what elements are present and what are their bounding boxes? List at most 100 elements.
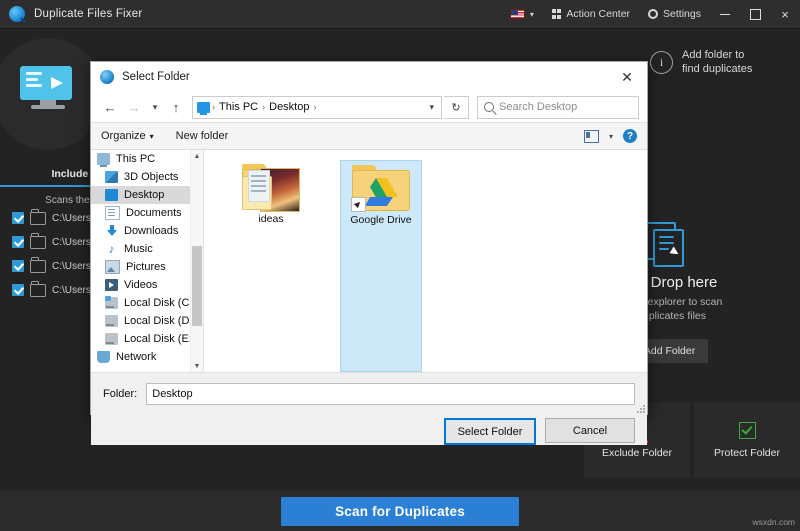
app-titlebar: Duplicate Files Fixer ▾ Action Center Se… <box>0 0 800 29</box>
dialog-title: Select Folder <box>122 71 190 83</box>
folder-icon <box>30 280 46 297</box>
scrollbar-thumb[interactable] <box>192 246 202 326</box>
checkbox-icon[interactable] <box>12 236 24 248</box>
folder-path: C:\Users\ <box>52 212 94 224</box>
tree-item-local-disk-c[interactable]: Local Disk (C:) <box>91 294 203 312</box>
google-drive-logo-icon <box>365 178 398 206</box>
view-layout-icon[interactable] <box>583 129 599 143</box>
settings-button[interactable]: Settings <box>639 0 710 28</box>
settings-label: Settings <box>663 8 701 20</box>
tree-item-label: Local Disk (C:) <box>124 297 197 309</box>
tree-item-pictures[interactable]: Pictures <box>91 258 203 276</box>
disk-c-icon <box>105 296 118 309</box>
tree-item-network[interactable]: Network <box>91 348 203 366</box>
search-icon <box>484 102 494 112</box>
action-center-label: Action Center <box>566 8 631 20</box>
organize-button[interactable]: Organize ▾ <box>101 130 154 142</box>
scroll-down-arrow-icon[interactable]: ▼ <box>191 360 203 372</box>
up-button[interactable]: ↑ <box>165 96 187 118</box>
action-center-button[interactable]: Action Center <box>543 0 639 28</box>
tree-item-documents[interactable]: Documents <box>91 204 203 222</box>
refresh-button[interactable]: ↻ <box>444 95 469 119</box>
music-icon: ♪ <box>108 242 115 256</box>
tree-item-this-pc[interactable]: This PC <box>91 150 203 168</box>
recent-locations-button[interactable]: ▾ <box>147 96 163 118</box>
folder-field-row: Folder: Desktop <box>103 383 635 405</box>
cancel-button[interactable]: Cancel <box>545 418 635 443</box>
grid-icon <box>551 9 562 19</box>
tree-item-label: Local Disk (E:) <box>124 333 196 345</box>
new-folder-label: New folder <box>175 130 229 142</box>
tree-item-local-disk-d[interactable]: Local Disk (D:) <box>91 312 203 330</box>
breadcrumb-this-pc[interactable]: This PC <box>217 101 260 113</box>
scroll-up-arrow-icon[interactable]: ▲ <box>191 150 203 162</box>
scan-for-duplicates-button[interactable]: Scan for Duplicates <box>281 496 519 526</box>
tree-item-label: Documents <box>126 207 182 219</box>
folder-path: C:\Users\ <box>52 260 94 272</box>
select-folder-button[interactable]: Select Folder <box>444 418 536 445</box>
breadcrumb-desktop[interactable]: Desktop <box>267 101 311 113</box>
list-item[interactable]: ideas <box>228 160 314 372</box>
file-list-pane[interactable]: ideas Google Drive <box>204 150 647 372</box>
add-info-line2: find duplicates <box>682 63 753 75</box>
help-icon[interactable]: ? <box>623 129 637 143</box>
chevron-down-icon: ▾ <box>149 131 154 141</box>
tree-item-label: 3D Objects <box>124 171 179 183</box>
gear-icon <box>648 9 659 19</box>
language-selector[interactable]: ▾ <box>501 0 543 28</box>
protect-folder-button[interactable]: Protect Folder <box>694 402 800 478</box>
minimize-button[interactable] <box>710 0 740 28</box>
checkbox-icon[interactable] <box>12 212 24 224</box>
tree-item-local-disk-e[interactable]: Local Disk (E:) <box>91 330 203 348</box>
tree-item-label: Pictures <box>126 261 166 273</box>
app-logo-icon <box>9 6 25 22</box>
search-input[interactable]: Search Desktop <box>477 95 639 119</box>
organize-label: Organize <box>101 130 146 142</box>
protect-folder-label: Protect Folder <box>714 446 780 459</box>
maximize-icon <box>749 8 761 20</box>
minimize-icon <box>720 13 730 15</box>
folder-label: Folder: <box>103 388 138 400</box>
tree-item-desktop[interactable]: Desktop <box>91 186 203 204</box>
address-dropdown-icon[interactable]: ▾ <box>429 102 437 113</box>
list-item[interactable]: Google Drive <box>340 160 422 372</box>
tree-item-music[interactable]: ♪ Music <box>91 240 203 258</box>
videos-icon <box>105 279 118 291</box>
folder-input[interactable]: Desktop <box>146 383 635 405</box>
resize-grip[interactable] <box>636 404 645 413</box>
titlebar-right-group: ▾ Action Center Settings × <box>501 0 800 28</box>
folder-with-thumbnail-icon <box>242 164 300 212</box>
checkbox-icon[interactable] <box>12 260 24 272</box>
tree-item-label: Desktop <box>124 189 165 201</box>
close-button[interactable]: × <box>770 0 800 28</box>
back-button[interactable]: ← <box>99 96 121 118</box>
checkbox-icon[interactable] <box>12 284 24 296</box>
watermark: wsxdn.com <box>752 517 795 527</box>
add-folder-label: Add Folder <box>643 345 696 357</box>
maximize-button[interactable] <box>740 0 770 28</box>
desktop-icon <box>105 189 118 201</box>
dialog-body: This PC 3D Objects Desktop Documents Dow… <box>91 150 647 372</box>
tree-item-label: Local Disk (D:) <box>124 315 197 327</box>
forward-button[interactable]: → <box>123 96 145 118</box>
tree-item-videos[interactable]: Videos <box>91 276 203 294</box>
address-bar[interactable]: › This PC › Desktop › ▾ <box>192 95 442 119</box>
tree-scrollbar[interactable]: ▲ ▼ <box>190 150 203 372</box>
downloads-icon <box>105 225 118 237</box>
tree-item-label: Music <box>124 243 153 255</box>
new-folder-button[interactable]: New folder <box>176 130 229 142</box>
file-list-scrollbar[interactable] <box>635 150 647 372</box>
dialog-button-row: Select Folder Cancel <box>103 418 635 445</box>
dialog-navigation-bar: ← → ▾ ↑ › This PC › Desktop › ▾ ↻ Search… <box>91 92 647 122</box>
dialog-titlebar: Select Folder ✕ <box>91 62 647 92</box>
info-icon: i <box>650 50 673 74</box>
chevron-down-icon[interactable]: ▾ <box>609 132 613 141</box>
tree-item-downloads[interactable]: Downloads <box>91 222 203 240</box>
tree-item-3d-objects[interactable]: 3D Objects <box>91 168 203 186</box>
tree-item-label: Downloads <box>124 225 179 237</box>
search-placeholder: Search Desktop <box>499 101 578 113</box>
documents-icon <box>645 222 684 267</box>
dialog-close-button[interactable]: ✕ <box>607 62 647 92</box>
folder-icon <box>30 208 46 225</box>
network-icon <box>97 351 110 363</box>
